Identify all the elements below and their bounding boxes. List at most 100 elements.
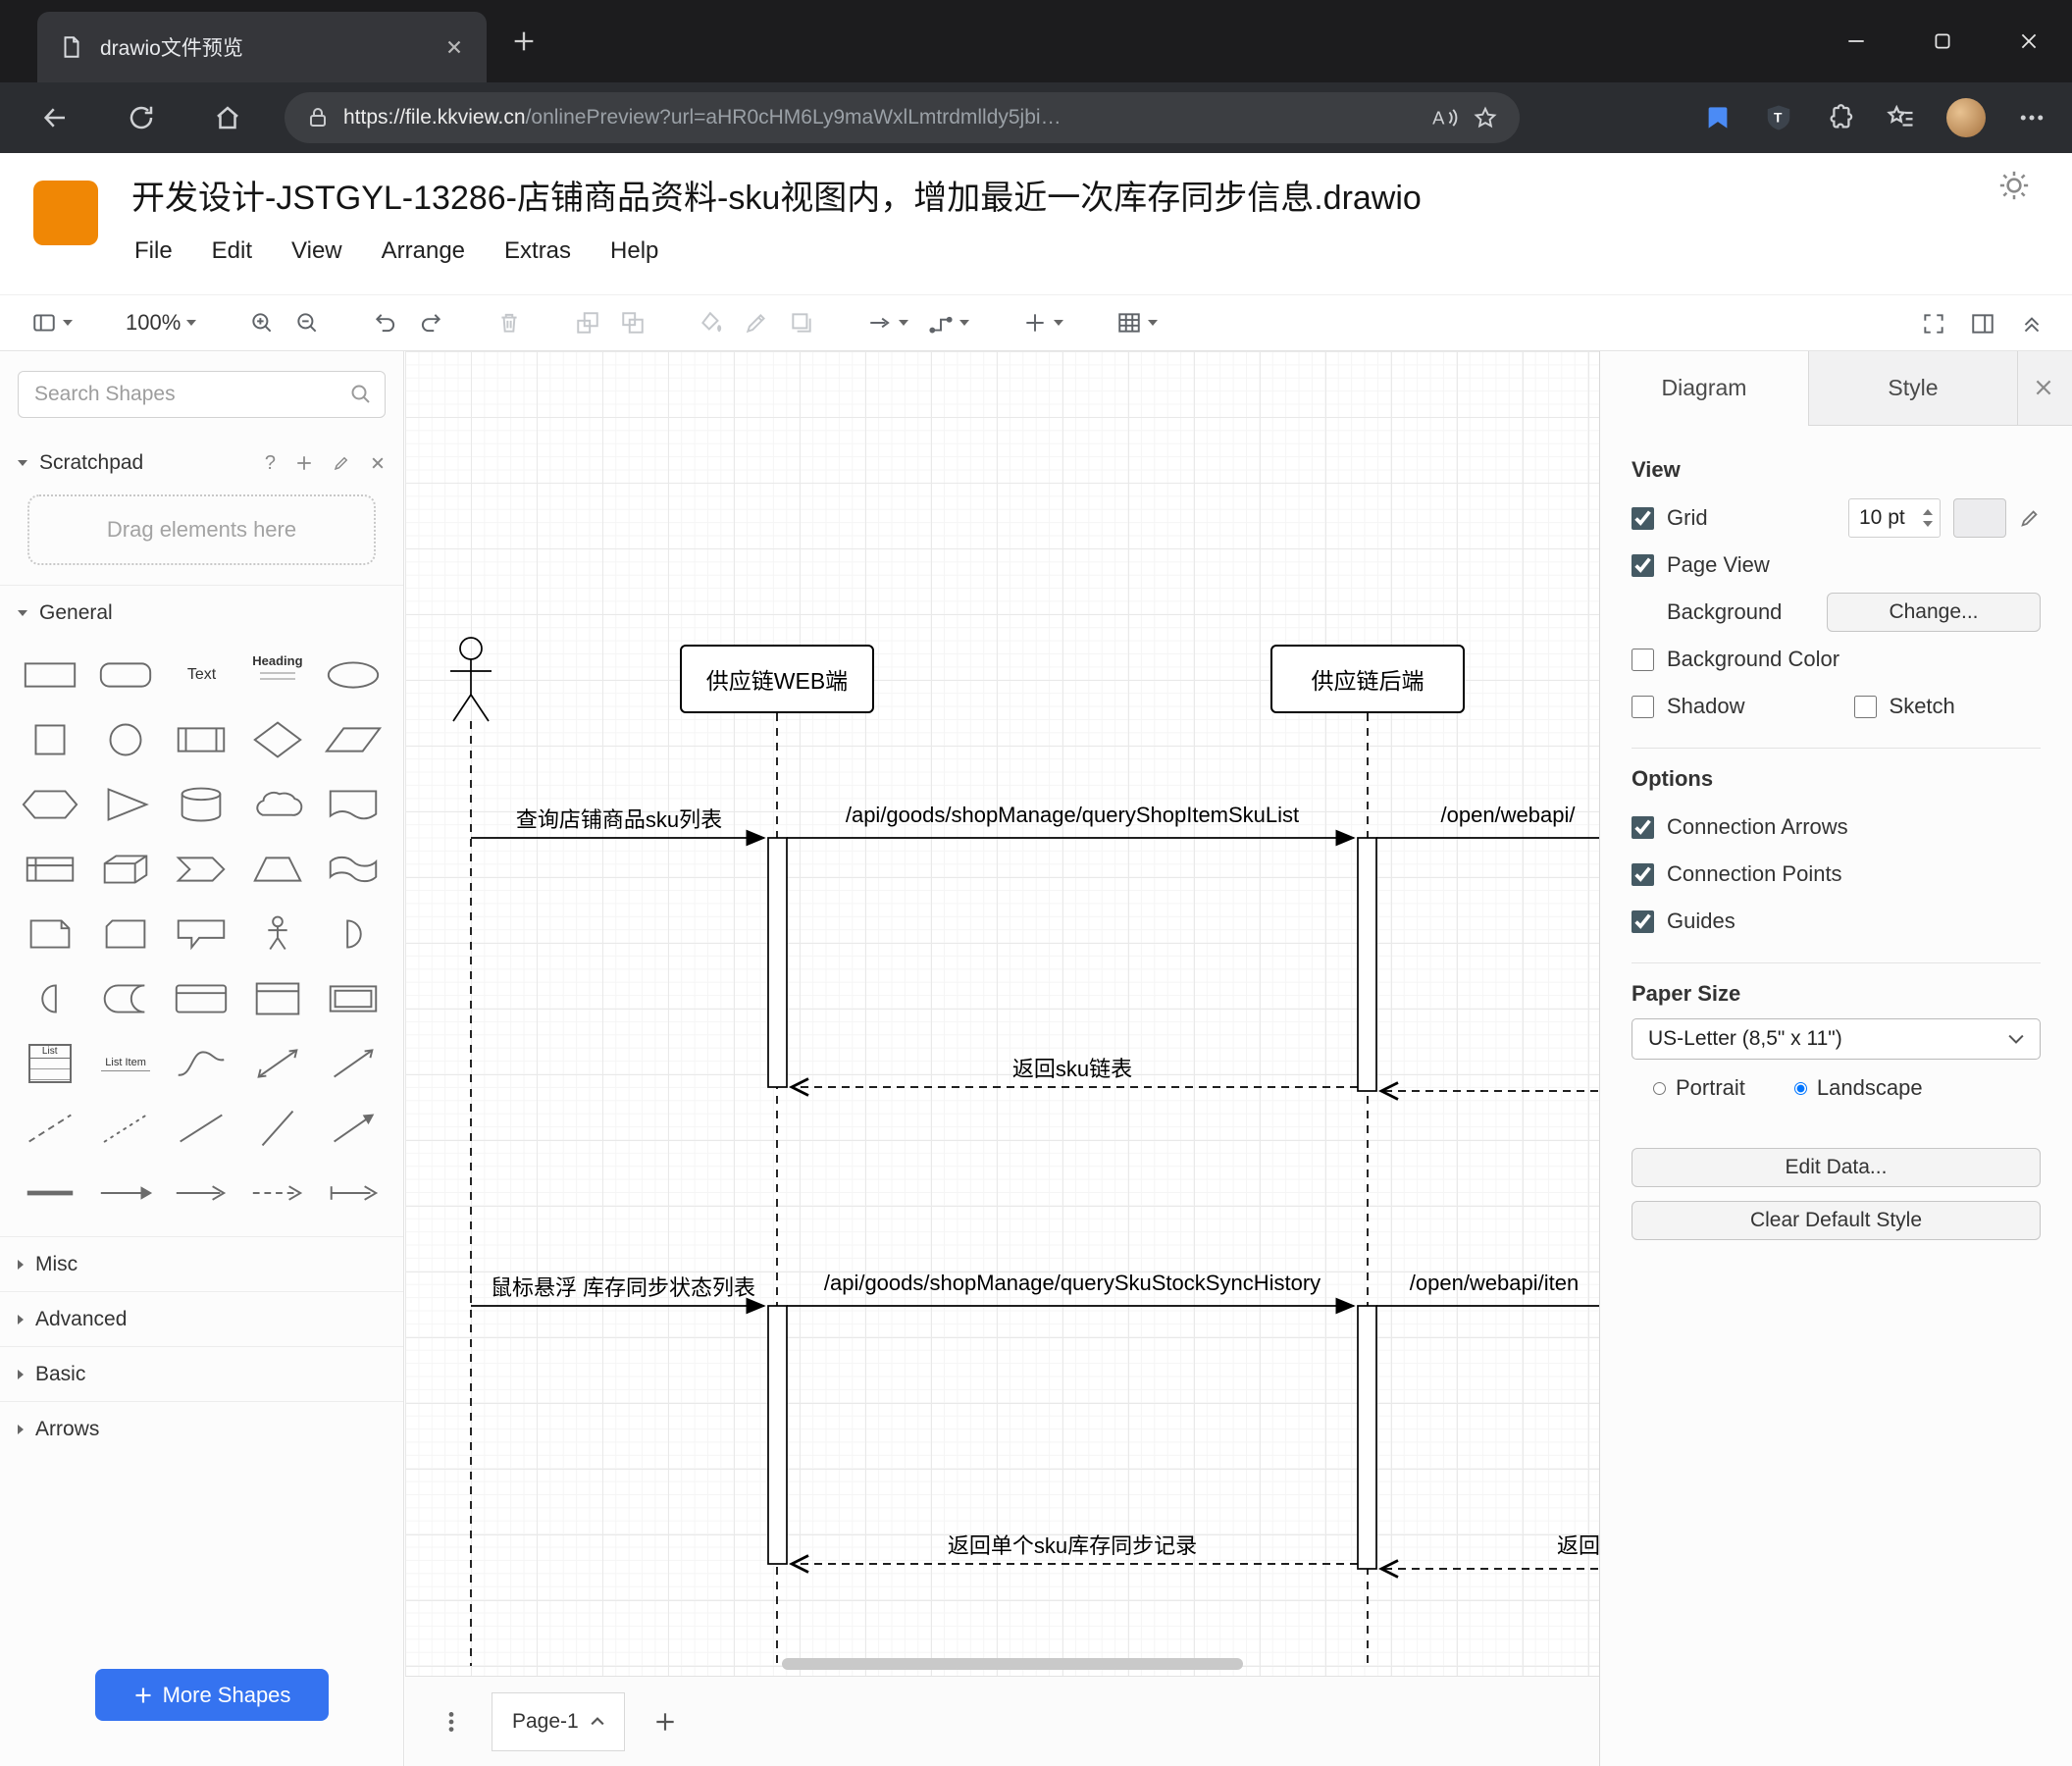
shape-circle[interactable] bbox=[93, 718, 158, 761]
shape-callout[interactable] bbox=[169, 912, 233, 956]
sketch-checkbox[interactable] bbox=[1853, 695, 1877, 718]
connection-arrows-checkbox[interactable] bbox=[1632, 815, 1654, 839]
tab-style[interactable]: Style bbox=[1809, 351, 2018, 425]
shape-actor[interactable] bbox=[245, 912, 310, 956]
section-general[interactable]: General bbox=[0, 585, 403, 640]
portrait-radio[interactable] bbox=[1653, 1081, 1666, 1095]
bookmark-icon[interactable] bbox=[1703, 103, 1733, 132]
shape-data-storage[interactable] bbox=[93, 977, 158, 1020]
message-label[interactable]: 鼠标悬浮 库存同步状态列表 bbox=[491, 1271, 755, 1302]
message-label[interactable]: /api/goods/shopManage/querySkuStockSyncH… bbox=[824, 1271, 1321, 1296]
shape-dashed-line[interactable] bbox=[18, 1107, 82, 1150]
paper-size-select[interactable]: US-Letter (8,5" x 11") bbox=[1632, 1018, 2041, 1060]
page-view-checkbox[interactable] bbox=[1632, 553, 1654, 577]
shape-dashed-arrow[interactable] bbox=[245, 1171, 310, 1215]
shape-diagonal-arrow[interactable] bbox=[321, 1042, 386, 1085]
shape-or[interactable] bbox=[321, 912, 386, 956]
shape-dotted-line[interactable] bbox=[93, 1107, 158, 1150]
menu-arrange[interactable]: Arrange bbox=[382, 237, 465, 265]
search-shapes-input[interactable] bbox=[18, 371, 386, 418]
shape-text[interactable]: Text bbox=[169, 653, 233, 697]
grid-color-swatch[interactable] bbox=[1953, 498, 2006, 538]
message-label[interactable]: 查询店铺商品sku列表 bbox=[516, 803, 722, 834]
message-label[interactable]: /open/webapi/iten bbox=[1410, 1271, 1579, 1296]
landscape-radio[interactable] bbox=[1793, 1081, 1807, 1095]
redo-button[interactable] bbox=[418, 310, 443, 336]
fill-color-button[interactable] bbox=[699, 310, 724, 336]
shape-heading[interactable]: Heading bbox=[245, 653, 310, 697]
section-arrows[interactable]: Arrows bbox=[0, 1401, 403, 1456]
shape-document[interactable] bbox=[321, 783, 386, 826]
favorites-hub-icon[interactable] bbox=[1886, 103, 1915, 132]
section-misc[interactable]: Misc bbox=[0, 1236, 403, 1291]
format-panel-toggle-button[interactable] bbox=[1970, 311, 1995, 337]
shape-bar-arrow[interactable] bbox=[321, 1171, 386, 1215]
message-label[interactable]: /api/goods/shopManage/queryShopItemSkuLi… bbox=[846, 803, 1299, 828]
table-button[interactable] bbox=[1116, 310, 1159, 336]
landscape-radio-option[interactable]: Landscape bbox=[1793, 1075, 1923, 1101]
extensions-puzzle-icon[interactable] bbox=[1825, 103, 1854, 132]
browser-tab[interactable]: drawio文件预览 bbox=[37, 12, 487, 82]
clear-default-style-button[interactable]: Clear Default Style bbox=[1632, 1201, 2041, 1240]
diagram-canvas[interactable]: 供应链WEB端 供应链后端 查询店铺商品sku列表 /api/goods/sho… bbox=[405, 351, 1599, 1676]
connection-style-button[interactable] bbox=[867, 310, 909, 336]
profile-avatar[interactable] bbox=[1946, 98, 1986, 137]
shape-parallelogram[interactable] bbox=[321, 718, 386, 761]
to-back-button[interactable] bbox=[620, 310, 646, 336]
zoom-level-dropdown[interactable]: 100% bbox=[126, 310, 197, 336]
zoom-in-button[interactable] bbox=[249, 310, 275, 336]
lifeline-box-backend[interactable]: 供应链后端 bbox=[1270, 645, 1465, 713]
scratchpad-add-icon[interactable] bbox=[295, 454, 313, 472]
back-button[interactable] bbox=[29, 92, 80, 143]
shadow-checkbox[interactable] bbox=[1632, 695, 1654, 718]
stepper-arrows-icon[interactable] bbox=[1922, 507, 1934, 529]
new-tab-button[interactable] bbox=[510, 27, 538, 55]
insert-button[interactable] bbox=[1022, 310, 1064, 336]
address-bar[interactable]: https://file.kkview.cn/onlinePreview?url… bbox=[285, 92, 1520, 143]
fullscreen-button[interactable] bbox=[1921, 311, 1946, 337]
scratchpad-dropzone[interactable]: Drag elements here bbox=[27, 494, 376, 565]
edit-color-icon[interactable] bbox=[2019, 507, 2041, 529]
shape-and[interactable] bbox=[18, 977, 82, 1020]
shape-internal-storage[interactable] bbox=[18, 848, 82, 891]
zoom-out-button[interactable] bbox=[294, 310, 320, 336]
home-button[interactable] bbox=[202, 92, 253, 143]
shape-trapezoid[interactable] bbox=[245, 848, 310, 891]
shape-cube[interactable] bbox=[93, 848, 158, 891]
scratchpad-help-button[interactable]: ? bbox=[265, 452, 276, 475]
menu-help[interactable]: Help bbox=[610, 237, 658, 265]
line-color-button[interactable] bbox=[744, 310, 769, 336]
message-label[interactable]: 返回单个sku库存同步记录 bbox=[948, 1529, 1197, 1560]
shape-double-rectangle[interactable] bbox=[321, 977, 386, 1020]
shape-rectangle[interactable] bbox=[18, 653, 82, 697]
shape-arrow[interactable] bbox=[93, 1171, 158, 1215]
shape-rounded-rectangle[interactable] bbox=[93, 653, 158, 697]
menu-edit[interactable]: Edit bbox=[212, 237, 252, 265]
shadow-button[interactable] bbox=[789, 310, 814, 336]
shape-link[interactable] bbox=[18, 1171, 82, 1215]
scratchpad-section-header[interactable]: Scratchpad ? bbox=[0, 436, 403, 491]
shape-square[interactable] bbox=[18, 718, 82, 761]
shape-window[interactable] bbox=[245, 977, 310, 1020]
shape-cloud[interactable] bbox=[245, 783, 310, 826]
shape-diamond[interactable] bbox=[245, 718, 310, 761]
shape-hexagon[interactable] bbox=[18, 783, 82, 826]
shape-ellipse[interactable] bbox=[321, 653, 386, 697]
panel-close-icon[interactable] bbox=[2033, 377, 2054, 398]
view-panels-button[interactable] bbox=[31, 310, 73, 336]
shape-step[interactable] bbox=[169, 848, 233, 891]
tampermonkey-shield-icon[interactable]: T bbox=[1764, 103, 1793, 132]
horizontal-scrollbar[interactable] bbox=[782, 1658, 1243, 1670]
shape-directional-connector[interactable] bbox=[321, 1107, 386, 1150]
window-minimize-button[interactable] bbox=[1813, 0, 1899, 82]
pages-menu-icon[interactable] bbox=[439, 1707, 464, 1737]
reload-button[interactable] bbox=[116, 92, 167, 143]
shape-note[interactable] bbox=[18, 912, 82, 956]
delete-button[interactable] bbox=[496, 310, 522, 336]
menu-view[interactable]: View bbox=[291, 237, 342, 265]
shape-tape[interactable] bbox=[321, 848, 386, 891]
menu-file[interactable]: File bbox=[134, 237, 173, 265]
shape-cylinder[interactable] bbox=[169, 783, 233, 826]
portrait-radio-option[interactable]: Portrait bbox=[1653, 1075, 1745, 1101]
add-page-button[interactable] bbox=[652, 1709, 678, 1735]
